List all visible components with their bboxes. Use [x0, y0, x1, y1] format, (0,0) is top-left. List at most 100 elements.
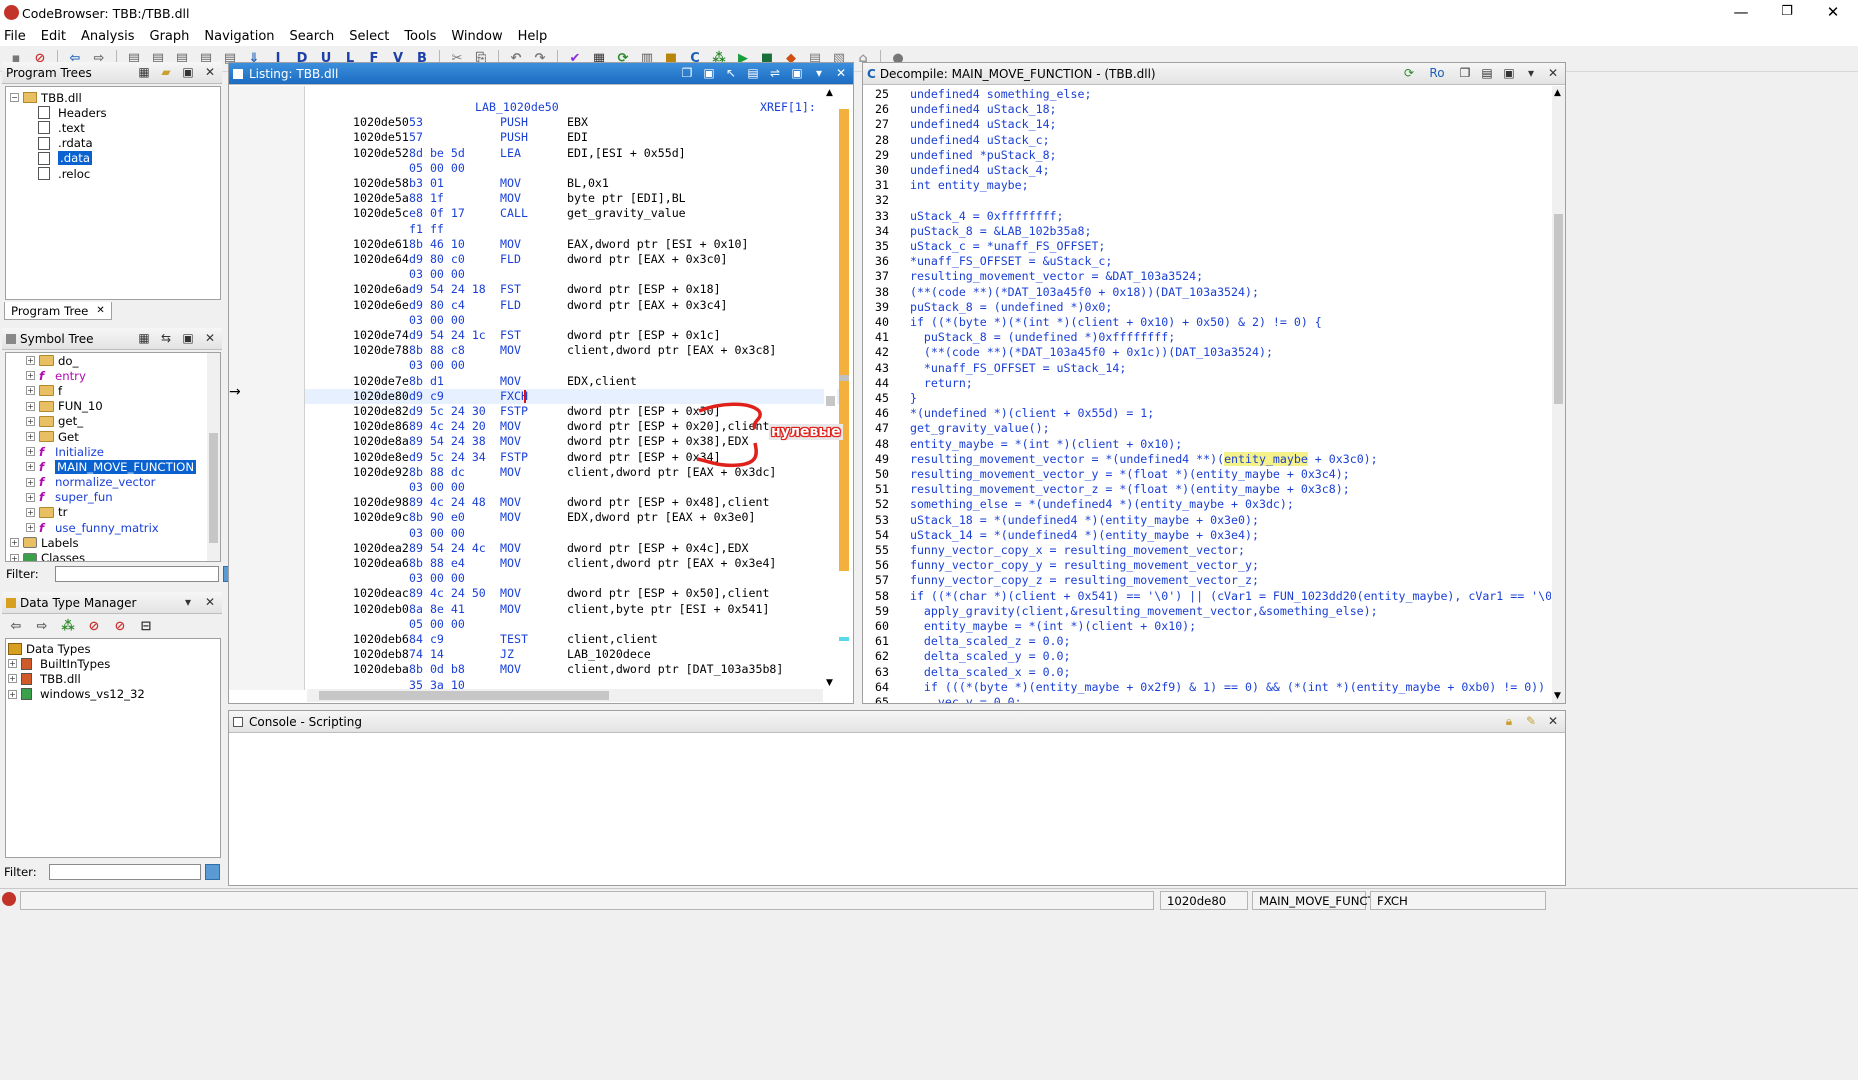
- decompile-line[interactable]: 42 (**(code **)(*DAT_103a45f0 + 0x1c))(D…: [863, 345, 1273, 360]
- decompile-line[interactable]: 34 puStack_8 = &LAB_102b35a8;: [863, 224, 1091, 239]
- listing-row[interactable]: 1020de51 57 PUSH EDI: [305, 130, 839, 145]
- symbol-tree-item[interactable]: + f: [10, 383, 196, 398]
- decompile-line[interactable]: 40 if ((*(byte *)(*(int *)(client + 0x10…: [863, 315, 1322, 330]
- menu-edit[interactable]: Edit: [41, 29, 66, 44]
- decompile-line[interactable]: 65 vec_y = 0.0;: [863, 695, 1022, 703]
- listing-row[interactable]: 03 00 00: [305, 571, 839, 586]
- listing-row[interactable]: 1020deb8 74 14 JZ LAB_1020dece: [305, 647, 839, 662]
- console-output[interactable]: [229, 734, 1565, 885]
- diff-icon[interactable]: ⇌: [767, 65, 783, 81]
- decompile-line[interactable]: 48 entity_maybe = *(int *)(client + 0x10…: [863, 437, 1182, 452]
- expand-icon[interactable]: +: [10, 538, 19, 548]
- collapse-icon[interactable]: ⊟: [136, 616, 156, 636]
- symbol-tree-item[interactable]: + f normalize_vector: [10, 475, 196, 490]
- decompile-line[interactable]: 55 funny_vector_copy_x = resulting_movem…: [863, 543, 1245, 558]
- copy-icon[interactable]: ❐: [679, 65, 695, 81]
- snapshot-icon[interactable]: ▣: [1501, 65, 1517, 81]
- listing-row[interactable]: 1020de5c e8 0f 17 CALL get_gravity_value: [305, 206, 839, 221]
- paste-icon[interactable]: ▣: [701, 65, 717, 81]
- listing-row[interactable]: 1020de78 8b 88 c8 MOV client,dword ptr [EAX…: [305, 343, 839, 358]
- menu-help[interactable]: Help: [518, 29, 548, 44]
- close-window-button[interactable]: ✕: [1810, 0, 1856, 26]
- field-edit-icon[interactable]: ▤: [745, 65, 761, 81]
- decompile-line[interactable]: 49 resulting_movement_vector = *(undefin…: [863, 451, 1378, 467]
- datatypes-root[interactable]: Data Types: [8, 641, 145, 656]
- decompile-line[interactable]: 35 uStack_c = *unaff_FS_OFFSET;: [863, 239, 1105, 254]
- filter-off-icon[interactable]: ⊘: [84, 616, 104, 636]
- datatype-archive[interactable]: + TBB.dll: [8, 671, 145, 686]
- listing-row[interactable]: 1020de7e 8b d1 MOV EDX,client: [305, 374, 839, 389]
- menu-tools[interactable]: Tools: [404, 29, 436, 44]
- decompile-line[interactable]: 26 undefined4 uStack_18;: [863, 102, 1057, 117]
- expand-icon[interactable]: +: [10, 553, 19, 561]
- symbol-tree-item[interactable]: + tr: [10, 505, 196, 520]
- program-tree-item[interactable]: Headers: [10, 105, 107, 120]
- close-panel-icon[interactable]: ✕: [202, 64, 218, 80]
- decompile-line[interactable]: 46 *(undefined *)(client + 0x55d) = 1;: [863, 406, 1154, 421]
- menu-file[interactable]: File: [4, 29, 26, 44]
- symbol-tree-item[interactable]: + do_: [10, 353, 196, 368]
- symbol-tree-item[interactable]: + Get: [10, 429, 196, 444]
- refresh-icon[interactable]: ⟳: [1401, 65, 1417, 81]
- decompile-line[interactable]: 47 get_gravity_value();: [863, 421, 1050, 436]
- decompile-line[interactable]: 25 undefined4 something_else;: [863, 87, 1091, 102]
- listing-row[interactable]: 1020de98 89 4c 24 48 MOV dword ptr [ESP + 0…: [305, 495, 839, 510]
- listing-hscrollbar[interactable]: [307, 689, 823, 702]
- tree-expand-icon[interactable]: ⁂: [58, 616, 78, 636]
- program-tree-item[interactable]: .data: [10, 151, 107, 166]
- symbol-filter-input[interactable]: [54, 566, 219, 582]
- expand-icon[interactable]: +: [26, 477, 35, 487]
- listing-row[interactable]: 03 00 00: [305, 526, 839, 541]
- listing-row[interactable]: 05 00 00: [305, 161, 839, 176]
- decompile-line[interactable]: 50 resulting_movement_vector_y = *(float…: [863, 467, 1350, 482]
- dropdown-icon[interactable]: ▾: [180, 594, 196, 610]
- decompile-line[interactable]: 59 apply_gravity(client,&resulting_movem…: [863, 604, 1378, 619]
- decompile-vscrollbar[interactable]: ▲ ▼: [1552, 86, 1565, 703]
- menu-graph[interactable]: Graph: [150, 29, 190, 44]
- decompile-line[interactable]: 52 something_else = *(undefined4 *)(enti…: [863, 497, 1294, 512]
- listing-row[interactable]: 1020deac 89 4c 24 50 MOV dword ptr [ESP + 0…: [305, 586, 839, 601]
- close-panel-icon[interactable]: ✕: [202, 594, 218, 610]
- decompile-line[interactable]: 32: [863, 193, 910, 208]
- listing-view[interactable]: LAB_1020de50 XREF[1]: 1020de50 53 PUSH EBX 102…: [305, 86, 839, 690]
- decompile-line[interactable]: 62 delta_scaled_y = 0.0;: [863, 649, 1070, 664]
- decompile-line[interactable]: 58 if ((*(char *)(client + 0x541) == '\0…: [863, 589, 1551, 604]
- tree-view-icon[interactable]: ▦: [136, 64, 152, 80]
- listing-row[interactable]: 03 00 00: [305, 313, 839, 328]
- decompile-line[interactable]: 36 *unaff_FS_OFFSET = &uStack_c;: [863, 254, 1112, 269]
- listing-row[interactable]: 1020de9c 8b 90 e0 MOV EDX,dword ptr [EAX + …: [305, 510, 839, 525]
- decompile-line[interactable]: 51 resulting_movement_vector_z = *(float…: [863, 482, 1350, 497]
- decompile-view[interactable]: 25 undefined4 something_else; 26 undefine…: [863, 86, 1551, 703]
- decompile-line[interactable]: 38 (**(code **)(*DAT_103a45f0 + 0x18))(D…: [863, 285, 1259, 300]
- listing-row[interactable]: f1 ff: [305, 222, 839, 237]
- expand-icon[interactable]: +: [8, 659, 17, 669]
- close-panel-icon[interactable]: ✕: [1545, 65, 1561, 81]
- datatype-archive[interactable]: + windows_vs12_32: [8, 687, 145, 702]
- decompile-line[interactable]: 53 uStack_18 = *(undefined4 *)(entity_ma…: [863, 513, 1259, 528]
- decompile-line[interactable]: 31 int entity_maybe;: [863, 178, 1029, 193]
- symbol-tree-item[interactable]: + get_: [10, 414, 196, 429]
- listing-row[interactable]: 1020deba 8b 0d b8 MOV client,dword ptr [DAT…: [305, 662, 839, 677]
- open-folder-icon[interactable]: ▰: [158, 64, 174, 80]
- expand-icon[interactable]: +: [26, 462, 35, 472]
- symbol-tree-item[interactable]: + f entry: [10, 368, 196, 383]
- listing-row[interactable]: 1020deb0 8a 8e 41 MOV client,byte ptr [ESI …: [305, 602, 839, 617]
- restore-button[interactable]: ❐: [1764, 0, 1810, 26]
- expand-icon[interactable]: +: [8, 689, 17, 699]
- expand-icon[interactable]: +: [26, 356, 35, 366]
- copy-icon[interactable]: ▣: [180, 64, 196, 80]
- listing-row[interactable]: 1020de50 53 PUSH EBX: [305, 115, 839, 130]
- status-error-icon[interactable]: [2, 892, 16, 906]
- decompile-line[interactable]: 54 uStack_14 = *(undefined4 *)(entity_ma…: [863, 528, 1259, 543]
- listing-row[interactable]: 1020de74 d9 54 24 1c FST dword ptr [ESP + 0…: [305, 328, 839, 343]
- menu-search[interactable]: Search: [290, 29, 335, 44]
- symbol-tree-item[interactable]: + FUN_10: [10, 399, 196, 414]
- listing-label-row[interactable]: LAB_1020de50 XREF[1]:: [305, 100, 839, 115]
- symbol-tree-root[interactable]: + Classes: [10, 550, 196, 561]
- decompile-line[interactable]: 63 delta_scaled_x = 0.0;: [863, 665, 1070, 680]
- code-label[interactable]: LAB_1020de50: [475, 100, 559, 114]
- program-tree-item[interactable]: .rdata: [10, 136, 107, 151]
- dtm-filter-input[interactable]: [48, 864, 202, 880]
- decompile-line[interactable]: 44 return;: [863, 376, 973, 391]
- decompile-line[interactable]: 37 resulting_movement_vector = &DAT_103a…: [863, 269, 1203, 284]
